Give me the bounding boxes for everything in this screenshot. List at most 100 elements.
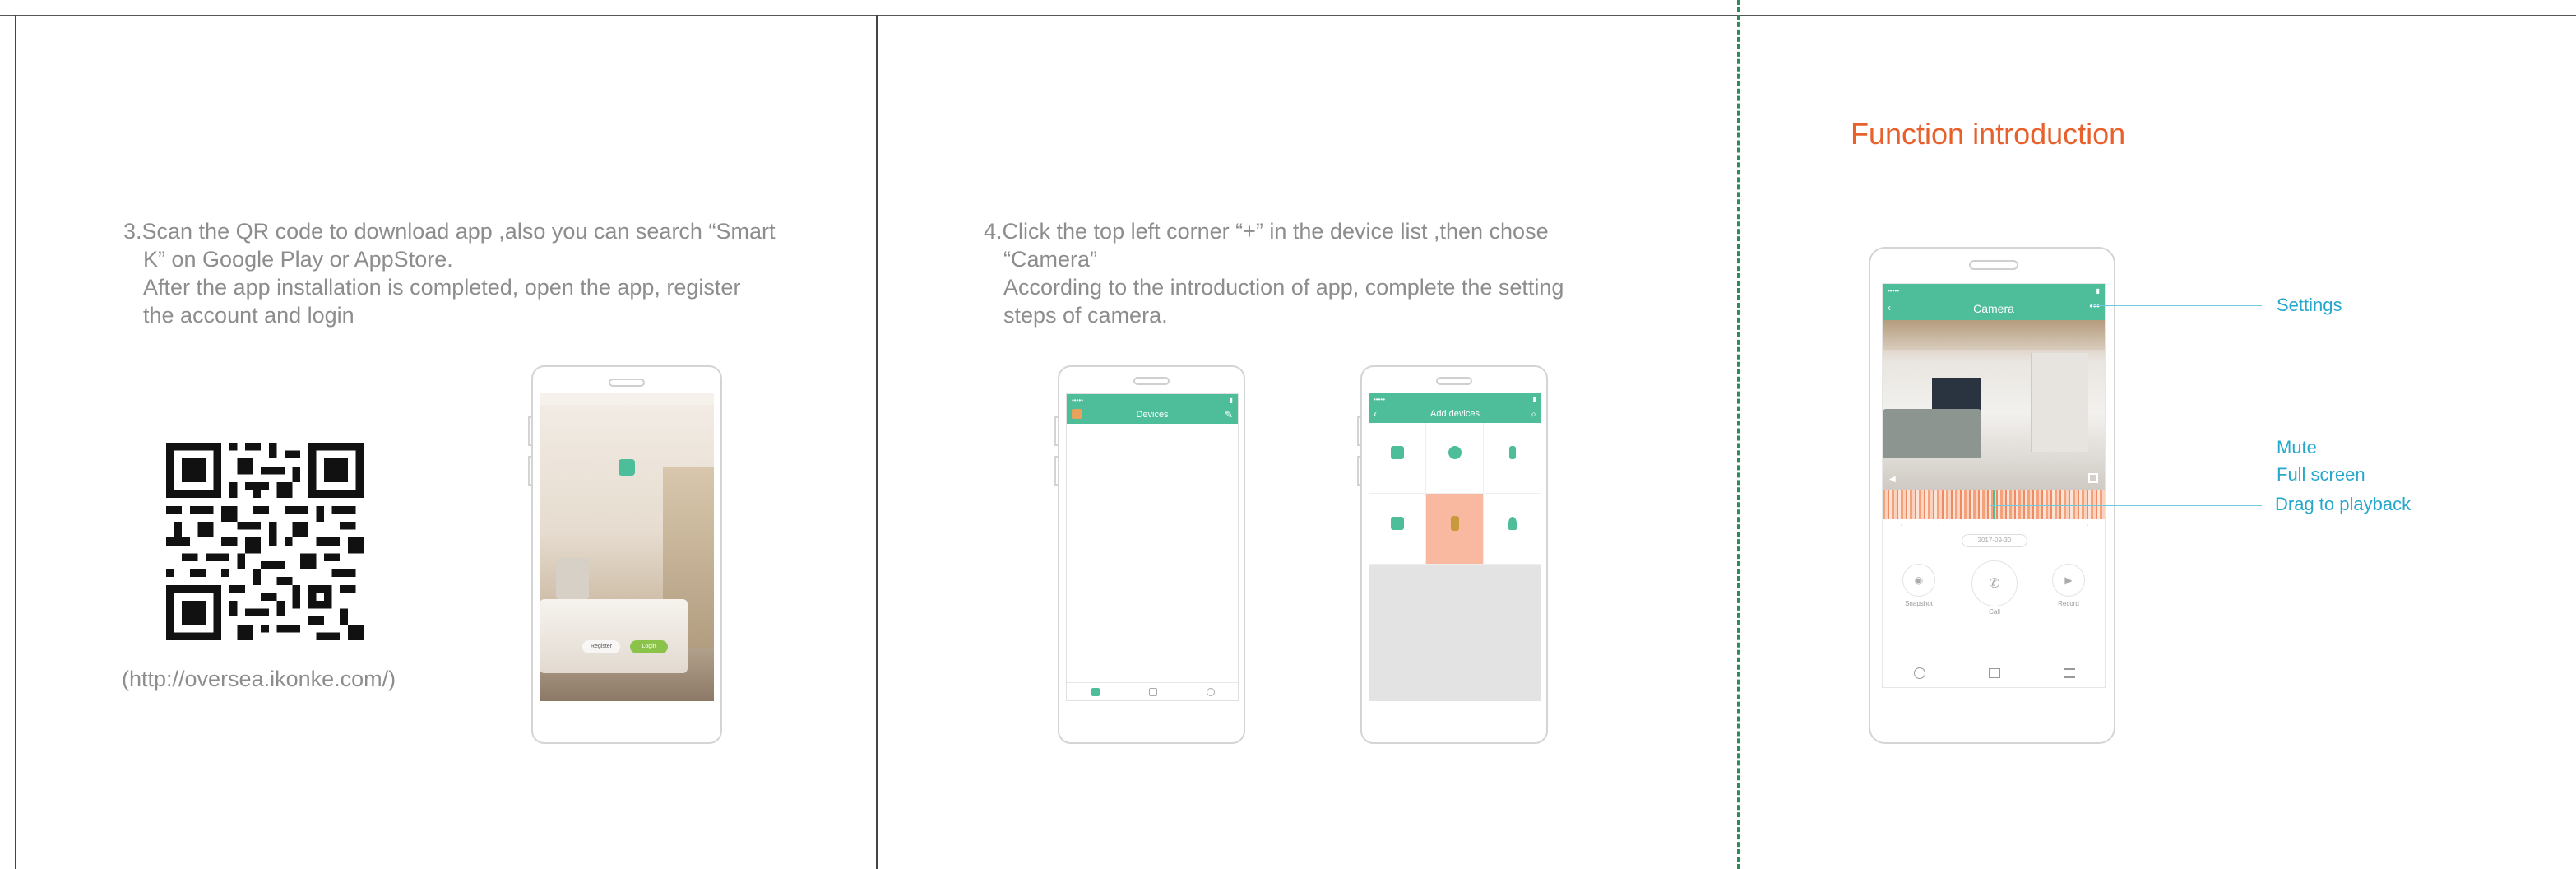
devices-navbar: Devices ✎ xyxy=(1067,406,1238,424)
phone-add-devices: ••••• ▮ ‹ Add devices ⌕ xyxy=(1357,365,1548,744)
phone-camera: ••••• ▮ ‹ Camera ••• ◀ · · · · · · 2017-09-30 … xyxy=(1869,247,2115,744)
timeline-cursor[interactable] xyxy=(1993,490,1995,519)
qr-code-icon xyxy=(166,443,364,640)
tab-bar xyxy=(1067,682,1238,700)
device-icon xyxy=(1448,445,1462,459)
device-type-cell[interactable] xyxy=(1484,494,1541,565)
snapshot-icon[interactable]: ◉ xyxy=(1902,564,1935,597)
ceiling-image xyxy=(1883,320,2105,350)
status-bar: ••••• ▮ xyxy=(1883,284,2105,297)
step4-line1: 4.Click the top left corner “+” in the d… xyxy=(984,219,1549,244)
add-devices-title: Add devices xyxy=(1430,409,1480,419)
phone-side-button xyxy=(1054,416,1058,446)
sofa-image xyxy=(1883,409,1981,458)
edit-icon[interactable]: ✎ xyxy=(1225,409,1233,421)
back-icon[interactable]: ‹ xyxy=(1888,302,1891,314)
phone-speaker xyxy=(609,379,645,387)
phone-side-button xyxy=(1357,416,1360,446)
step3-line4: the account and login xyxy=(143,303,354,328)
cabinet-image xyxy=(2031,353,2088,452)
drag-callout: Drag to playback xyxy=(2275,494,2412,514)
device-icon xyxy=(1390,445,1404,459)
drag-callout-line xyxy=(1990,505,2262,506)
step4-line4: steps of camera. xyxy=(1003,303,1168,328)
timeline-ticks: · · · · · · xyxy=(1900,522,2089,528)
phone-speaker xyxy=(1133,377,1170,385)
menu-icon[interactable] xyxy=(2063,667,2075,678)
top-border-right xyxy=(1737,15,2576,16)
lamp-image xyxy=(556,558,589,599)
step3-line2: K” on Google Play or AppStore. xyxy=(143,247,453,272)
settings-callout: Settings xyxy=(2277,295,2342,315)
phone-side-button xyxy=(1357,456,1360,486)
left-border xyxy=(15,15,16,869)
login-screen: Register Login xyxy=(540,393,714,701)
phone-side-button xyxy=(1054,456,1058,486)
camera-title: Camera xyxy=(1973,302,2014,315)
mute-callout: Mute xyxy=(2277,437,2317,458)
fullscreen-callout: Full screen xyxy=(2277,464,2365,485)
phone-side-button xyxy=(528,456,531,486)
camera-bottom-bar xyxy=(1883,658,2105,687)
add-devices-navbar: ‹ Add devices ⌕ xyxy=(1369,405,1541,423)
phone-speaker xyxy=(1969,260,2018,270)
date-picker[interactable]: 2017-09-30 xyxy=(1962,534,2027,547)
function-title: Function introduction xyxy=(1851,117,2126,151)
bulb-icon xyxy=(1508,516,1517,530)
fullscreen-icon[interactable] xyxy=(2088,473,2098,483)
bed-image xyxy=(540,599,688,673)
device-icon xyxy=(1508,445,1516,459)
panel-divider xyxy=(876,15,878,869)
register-button[interactable]: Register xyxy=(582,640,620,653)
status-bar: ••••• ▮ xyxy=(1067,394,1238,406)
cloud-service-icon[interactable] xyxy=(1914,667,1926,679)
record-icon[interactable]: ▶ xyxy=(2052,564,2085,597)
phone-speaker xyxy=(1436,377,1472,385)
device-type-cell[interactable] xyxy=(1484,423,1541,494)
step3-instructions: 3.Scan the QR code to download app ,also… xyxy=(123,217,775,329)
top-border xyxy=(0,15,1737,16)
settings-callout-line xyxy=(2092,305,2262,306)
step3-line3: After the app installation is completed,… xyxy=(143,275,741,300)
call-icon[interactable]: ✆ xyxy=(1971,560,2018,606)
call-label: Call xyxy=(1989,608,2000,616)
phone-login: Register Login xyxy=(528,365,722,744)
devices-title: Devices xyxy=(1136,410,1169,420)
mute-icon[interactable]: ◀ xyxy=(1889,475,1897,484)
settings-icon[interactable]: ••• xyxy=(2089,300,2100,312)
step3-line1: 3.Scan the QR code to download app ,also… xyxy=(123,219,776,244)
camera-navbar: ‹ Camera ••• xyxy=(1883,297,2105,320)
camera-device-cell[interactable] xyxy=(1426,494,1484,565)
add-devices-screen: ••••• ▮ ‹ Add devices ⌕ xyxy=(1369,393,1541,701)
back-icon[interactable]: ‹ xyxy=(1374,408,1377,420)
camera-video-feed: ◀ xyxy=(1883,320,2105,490)
gallery-icon[interactable] xyxy=(1988,667,2000,678)
login-button[interactable]: Login xyxy=(630,640,668,653)
device-grid xyxy=(1369,423,1541,565)
tv-image xyxy=(1932,378,1981,411)
snapshot-label: Snapshot xyxy=(1905,600,1933,607)
camera-icon xyxy=(1450,515,1459,531)
step4-line2: “Camera” xyxy=(1003,247,1098,272)
devices-screen: ••••• ▮ Devices ✎ xyxy=(1066,393,1239,701)
fold-line xyxy=(1737,0,1740,869)
tab-scenes-icon[interactable] xyxy=(1149,687,1157,696)
phone-devices: ••••• ▮ Devices ✎ xyxy=(1054,365,1245,744)
step4-line3: According to the introduction of app, co… xyxy=(1003,275,1564,300)
download-url: (http://oversea.ikonke.com/) xyxy=(122,667,396,691)
search-icon[interactable]: ⌕ xyxy=(1531,408,1536,421)
camera-screen: ••••• ▮ ‹ Camera ••• ◀ · · · · · · 2017-09-30 … xyxy=(1882,283,2106,688)
app-logo-icon xyxy=(619,459,635,476)
record-label: Record xyxy=(2058,600,2079,607)
playback-timeline[interactable] xyxy=(1883,490,2105,519)
tab-me-icon[interactable] xyxy=(1207,687,1215,696)
tab-devices-icon[interactable] xyxy=(1091,687,1100,696)
status-bar xyxy=(540,393,714,405)
device-type-cell[interactable] xyxy=(1369,423,1426,494)
device-type-cell[interactable] xyxy=(1369,494,1426,565)
device-type-cell[interactable] xyxy=(1426,423,1484,494)
add-device-icon[interactable] xyxy=(1072,409,1082,419)
phone-side-button xyxy=(528,416,531,446)
device-icon xyxy=(1390,516,1404,530)
status-bar: ••••• ▮ xyxy=(1369,393,1541,405)
